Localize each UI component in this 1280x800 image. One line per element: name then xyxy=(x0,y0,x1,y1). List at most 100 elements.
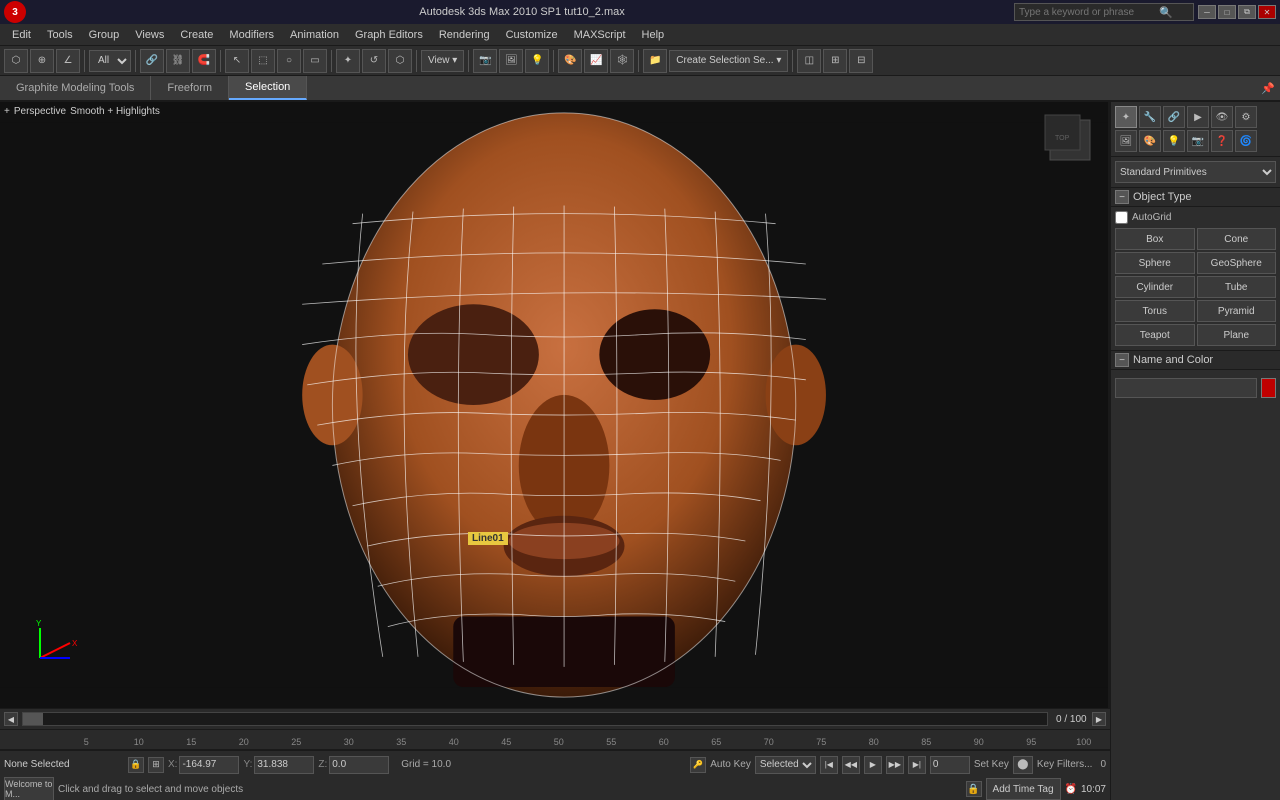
object-type-header[interactable]: − Object Type xyxy=(1111,188,1280,207)
frame-input[interactable] xyxy=(930,756,970,774)
menu-rendering[interactable]: Rendering xyxy=(431,27,498,43)
menu-animation[interactable]: Animation xyxy=(282,27,347,43)
spacewarp-panel-icon[interactable]: 🌀 xyxy=(1235,130,1257,152)
lock-selection-button[interactable]: 🔒 xyxy=(128,757,144,773)
menu-tools[interactable]: Tools xyxy=(39,27,81,43)
restore-button[interactable]: ⧉ xyxy=(1238,5,1256,19)
set-key-button[interactable]: ⬤ xyxy=(1013,756,1033,774)
move-button[interactable]: ✦ xyxy=(336,49,360,73)
color-swatch[interactable] xyxy=(1261,378,1276,398)
timeline-prev-button[interactable]: ◀ xyxy=(4,712,18,726)
viewport-lock-btn[interactable]: 🔒 xyxy=(966,781,982,797)
select-region-button[interactable]: ⬚ xyxy=(251,49,275,73)
cylinder-button[interactable]: Cylinder xyxy=(1115,276,1195,298)
rotate-button[interactable]: ↺ xyxy=(362,49,386,73)
select-fence-button[interactable]: ▭ xyxy=(303,49,327,73)
prev-frame-btn[interactable]: |◀ xyxy=(820,756,838,774)
key-filters-label[interactable]: Key Filters... xyxy=(1037,759,1093,770)
quick-render-button[interactable]: 🖼 xyxy=(499,49,523,73)
track-view-button[interactable]: 📈 xyxy=(584,49,608,73)
viewport[interactable]: + Perspective Smooth + Highlights xyxy=(0,102,1110,708)
torus-button[interactable]: Torus xyxy=(1115,300,1195,322)
schematic-view-button[interactable]: 🕸 xyxy=(610,49,634,73)
nav-cube[interactable]: TOP xyxy=(1040,110,1100,170)
snap-2d-button[interactable]: ⊕ xyxy=(30,49,54,73)
timeline-thumb[interactable] xyxy=(23,713,43,725)
minimize-button[interactable]: ─ xyxy=(1198,5,1216,19)
viewport-perspective[interactable]: Perspective xyxy=(14,106,66,117)
camera-panel-icon[interactable]: 📷 xyxy=(1187,130,1209,152)
tube-button[interactable]: Tube xyxy=(1197,276,1277,298)
tab-graphite-modeling[interactable]: Graphite Modeling Tools xyxy=(0,76,151,100)
next-key-btn[interactable]: ▶▶ xyxy=(886,756,904,774)
timeline-next-button[interactable]: ▶ xyxy=(1092,712,1106,726)
material-editor-button[interactable]: 🎨 xyxy=(558,49,582,73)
align-button[interactable]: ⊟ xyxy=(849,49,873,73)
select-circle-button[interactable]: ○ xyxy=(277,49,301,73)
x-input[interactable] xyxy=(179,756,239,774)
name-color-header[interactable]: − Name and Color xyxy=(1111,351,1280,370)
object-name-input[interactable] xyxy=(1115,378,1257,398)
welcome-btn[interactable]: Welcome to M... xyxy=(4,777,54,800)
active-shade-button[interactable]: 💡 xyxy=(525,49,549,73)
menu-maxscript[interactable]: MAXScript xyxy=(566,27,634,43)
timeline-scrollbar[interactable] xyxy=(22,712,1048,726)
y-input[interactable] xyxy=(254,756,314,774)
hierarchy-panel-icon[interactable]: 🔗 xyxy=(1163,106,1185,128)
autokey-dropdown[interactable]: Selected xyxy=(755,756,816,774)
menu-help[interactable]: Help xyxy=(634,27,673,43)
filter-dropdown[interactable]: All xyxy=(89,50,131,72)
search-box[interactable]: 🔍 xyxy=(1014,3,1194,21)
unlink-button[interactable]: ⛓ xyxy=(166,49,190,73)
box-button[interactable]: Box xyxy=(1115,228,1195,250)
grid-toggle-button[interactable]: ⊞ xyxy=(148,757,164,773)
add-time-tag-btn[interactable]: Add Time Tag xyxy=(986,778,1061,800)
layer-manager-button[interactable]: 📁 xyxy=(643,49,667,73)
name-color-collapse[interactable]: − xyxy=(1115,353,1129,367)
display-panel-icon[interactable]: 👁 xyxy=(1211,106,1233,128)
play-btn[interactable]: ▶ xyxy=(864,756,882,774)
motion-panel-icon[interactable]: ▶ xyxy=(1187,106,1209,128)
menu-graph-editors[interactable]: Graph Editors xyxy=(347,27,431,43)
menu-edit[interactable]: Edit xyxy=(4,27,39,43)
link-button[interactable]: 🔗 xyxy=(140,49,164,73)
create-selection-set[interactable]: Create Selection Se... ▾ xyxy=(669,50,788,72)
object-type-collapse[interactable]: − xyxy=(1115,190,1129,204)
close-button[interactable]: ✕ xyxy=(1258,5,1276,19)
menu-customize[interactable]: Customize xyxy=(498,27,566,43)
view-dropdown-btn[interactable]: View ▾ xyxy=(421,50,464,72)
pin-icon[interactable]: 📌 xyxy=(1256,76,1280,100)
light-panel-icon[interactable]: 💡 xyxy=(1163,130,1185,152)
snap-angle-button[interactable]: ∠ xyxy=(56,49,80,73)
pyramid-button[interactable]: Pyramid xyxy=(1197,300,1277,322)
plane-button[interactable]: Plane xyxy=(1197,324,1277,346)
viewport-shading[interactable]: Smooth + Highlights xyxy=(70,106,160,117)
search-input[interactable] xyxy=(1019,7,1159,18)
utilities-panel-icon[interactable]: ⚙ xyxy=(1235,106,1257,128)
next-frame-btn[interactable]: ▶| xyxy=(908,756,926,774)
tab-freeform[interactable]: Freeform xyxy=(151,76,229,100)
tab-selection[interactable]: Selection xyxy=(229,76,307,100)
menu-create[interactable]: Create xyxy=(172,27,221,43)
select-button[interactable]: ↖ xyxy=(225,49,249,73)
modify-panel-icon[interactable]: 🔧 xyxy=(1139,106,1161,128)
array-button[interactable]: ⊞ xyxy=(823,49,847,73)
menu-modifiers[interactable]: Modifiers xyxy=(221,27,282,43)
bind-button[interactable]: 🧲 xyxy=(192,49,216,73)
primitives-select[interactable]: Standard Primitives Extended Primitives … xyxy=(1115,161,1276,183)
autogrid-checkbox[interactable] xyxy=(1115,211,1128,224)
teapot-button[interactable]: Teapot xyxy=(1115,324,1195,346)
sphere-button[interactable]: Sphere xyxy=(1115,252,1195,274)
maximize-button[interactable]: □ xyxy=(1218,5,1236,19)
z-input[interactable] xyxy=(329,756,389,774)
helper-panel-icon[interactable]: ❓ xyxy=(1211,130,1233,152)
mirror-button[interactable]: ◫ xyxy=(797,49,821,73)
material-panel-icon[interactable]: 🎨 xyxy=(1139,130,1161,152)
create-panel-icon[interactable]: ✦ xyxy=(1115,106,1137,128)
prev-key-btn[interactable]: ◀◀ xyxy=(842,756,860,774)
viewport-plus[interactable]: + xyxy=(4,106,10,117)
render-panel-icon[interactable]: 🖼 xyxy=(1115,130,1137,152)
render-setup-button[interactable]: 📷 xyxy=(473,49,497,73)
menu-views[interactable]: Views xyxy=(127,27,172,43)
scale-button[interactable]: ⬡ xyxy=(388,49,412,73)
